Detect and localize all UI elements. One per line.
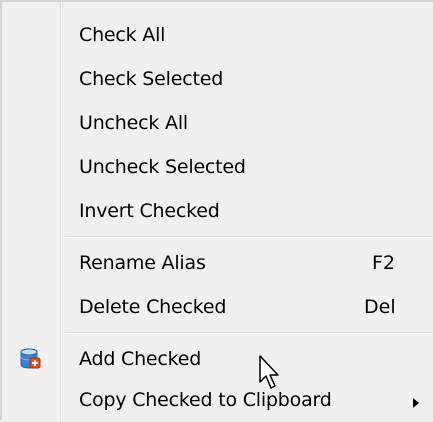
add-database-icon xyxy=(18,347,42,371)
menu-item-uncheck-selected[interactable]: Uncheck Selected xyxy=(2,149,433,189)
menu-separator xyxy=(65,332,433,334)
menu-item-uncheck-all[interactable]: Uncheck All xyxy=(2,105,433,145)
menu-item-label: Uncheck All xyxy=(79,112,188,134)
menu-item-label: Invert Checked xyxy=(79,200,220,222)
menu-separator xyxy=(65,236,433,238)
submenu-arrow-icon xyxy=(413,398,419,408)
menu-item-delete-checked[interactable]: Delete Checked Del xyxy=(2,289,433,329)
menu-item-rename-alias[interactable]: Rename Alias F2 xyxy=(2,245,433,285)
menu-item-label: Delete Checked xyxy=(79,296,227,318)
menu-item-copy-checked-to-clipboard[interactable]: Copy Checked to Clipboard xyxy=(2,382,433,422)
menu-item-label: Copy Checked to Clipboard xyxy=(79,389,332,411)
mouse-cursor-icon xyxy=(259,355,279,389)
menu-item-check-all[interactable]: Check All xyxy=(2,17,433,57)
menu-item-add-checked[interactable]: Add Checked xyxy=(2,341,433,381)
menu-item-invert-checked[interactable]: Invert Checked xyxy=(2,193,433,233)
menu-item-label: Rename Alias xyxy=(79,252,206,274)
context-menu: Check All Check Selected Uncheck All Unc… xyxy=(0,0,433,422)
menu-item-label: Check All xyxy=(79,24,166,46)
menu-item-label: Check Selected xyxy=(79,68,224,90)
menu-item-label: Add Checked xyxy=(79,348,202,370)
shortcut-label: F2 xyxy=(372,252,396,274)
menu-item-check-selected[interactable]: Check Selected xyxy=(2,61,433,101)
shortcut-label: Del xyxy=(364,296,396,318)
menu-item-label: Uncheck Selected xyxy=(79,156,246,178)
